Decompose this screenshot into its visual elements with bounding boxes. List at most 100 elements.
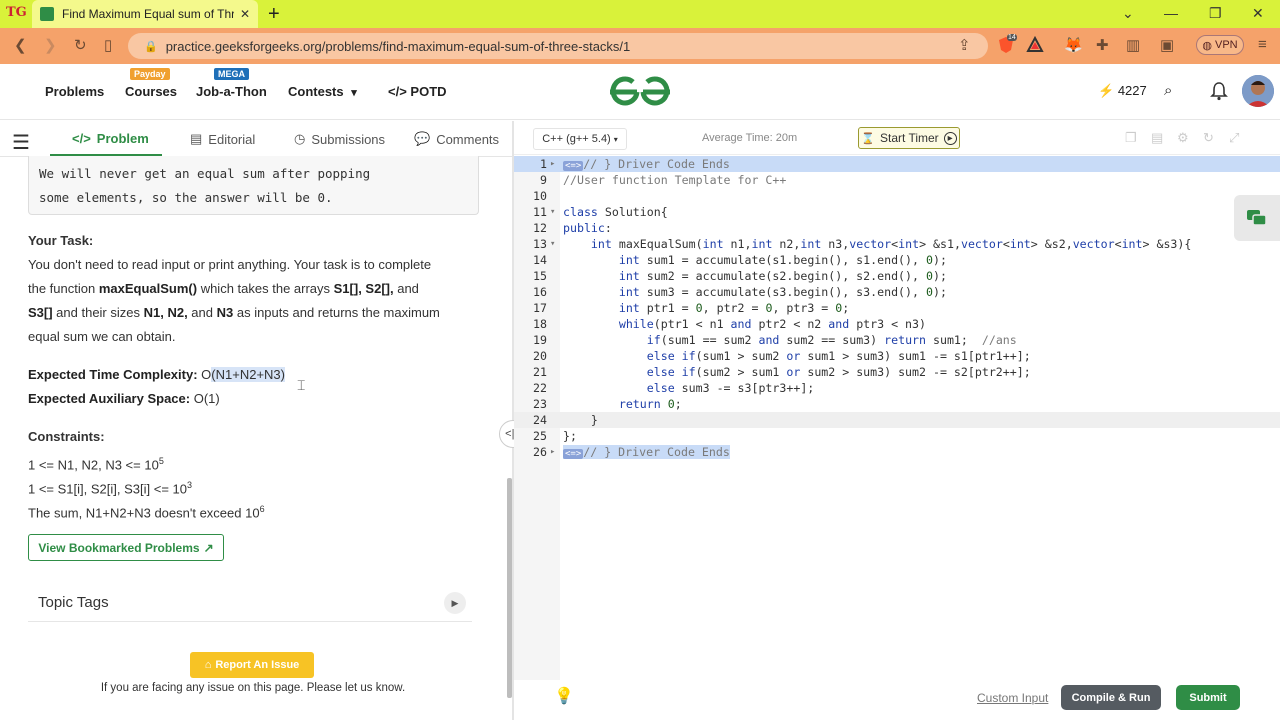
window-close-icon[interactable]: ✕ <box>1252 5 1264 22</box>
new-tab-button[interactable]: + <box>268 3 280 26</box>
tab-search-icon[interactable]: ⌄ <box>1122 5 1134 22</box>
nav-contests[interactable]: Contests ▾ <box>288 84 357 99</box>
chevron-down-icon: ▾ <box>613 134 618 144</box>
expand-arrow-icon[interactable]: ▶ <box>444 592 466 614</box>
reset-icon[interactable]: ↻ <box>1203 130 1214 146</box>
reload-icon[interactable]: ↻ <box>74 36 87 54</box>
wallet-icon[interactable]: ▣ <box>1160 36 1174 54</box>
code-editor[interactable]: 1 ▸ <=>// } Driver Code Ends 9//User functi… <box>514 156 1280 460</box>
code-line[interactable]: 18 while(ptr1 < n1 and ptr2 < n2 and ptr… <box>514 316 1280 332</box>
line-number: 25 <box>533 429 547 443</box>
code-line[interactable]: 22 else sum3 -= s3[ptr3++]; <box>514 380 1280 396</box>
menu-icon[interactable]: ≡ <box>1258 36 1267 53</box>
lock-icon: 🔒 <box>144 40 158 53</box>
brave-shield-icon[interactable]: 14 <box>996 34 1017 55</box>
code-line[interactable]: 15 int sum2 = accumulate(s2.begin(), s2.… <box>514 268 1280 284</box>
code-line[interactable]: 19 if(sum1 == sum2 and sum2 == sum3) ret… <box>514 332 1280 348</box>
sidebar-icon[interactable]: ▥ <box>1126 36 1140 54</box>
report-issue-button[interactable]: ⌂ Report An Issue <box>190 652 314 678</box>
avatar[interactable] <box>1242 75 1274 107</box>
tab-editorial-label: Editorial <box>208 131 256 147</box>
fold-arrow-icon[interactable]: ▾ <box>550 236 555 252</box>
custom-input-link[interactable]: Custom Input <box>977 691 1048 705</box>
code-line[interactable]: 13 ▾ int maxEqualSum(int n1,int n2,int n3… <box>514 236 1280 252</box>
search-icon[interactable]: ⌕ <box>1164 82 1172 99</box>
etc-value: (N1+N2+N3) <box>211 367 285 382</box>
nav-potd[interactable]: </> POTD <box>388 84 447 99</box>
hamburger-menu-icon[interactable]: ☰ <box>12 130 30 155</box>
code-text: else if(sum2 > sum1 or sum2 > sum3) sum2… <box>646 365 1031 379</box>
folded-region-icon: <=> <box>563 161 584 171</box>
minimize-icon[interactable]: — <box>1164 5 1178 21</box>
code-text: else if(sum1 > sum2 or sum1 > sum3) sum1… <box>646 349 1031 363</box>
tab-submissions[interactable]: ◷ Submissions <box>294 131 385 147</box>
code-line[interactable]: 11 ▾ class Solution{ <box>514 204 1280 220</box>
vpn-button[interactable]: ◍ VPN <box>1196 35 1244 55</box>
metamask-icon[interactable]: 🦊 <box>1064 36 1083 54</box>
copy-icon[interactable]: ❐ <box>1125 130 1137 146</box>
nav-courses[interactable]: Courses <box>125 84 177 99</box>
tab-comments[interactable]: 💬 Comments <box>414 131 499 147</box>
chat-icon[interactable] <box>1234 195 1280 241</box>
geeksforgeeks-logo[interactable] <box>606 74 674 108</box>
extensions-icon[interactable]: ✚ <box>1096 36 1109 54</box>
code-text: //User function Template for C++ <box>563 173 787 187</box>
hourglass-icon: ⌛ <box>861 132 875 145</box>
bell-icon[interactable] <box>1210 81 1228 106</box>
code-text: int maxEqualSum(int n1,int n2,int n3,vec… <box>590 237 1192 251</box>
tab-problem[interactable]: </> Problem <box>72 131 149 146</box>
code-line[interactable]: 10 <box>514 188 1280 204</box>
tab-editorial[interactable]: ▤ Editorial <box>190 131 255 147</box>
editor-footer <box>514 680 1280 720</box>
code-line[interactable]: 14 int sum1 = accumulate(s1.begin(), s1.… <box>514 252 1280 268</box>
jobathon-badge: MEGA <box>214 68 249 80</box>
fold-arrow-icon[interactable]: ▸ <box>550 156 555 172</box>
close-tab-icon[interactable]: ✕ <box>240 7 250 21</box>
nav-jobathon[interactable]: Job-a-Thon <box>196 84 267 99</box>
file-icon[interactable]: ▤ <box>1151 130 1163 146</box>
streak-counter[interactable]: ⚡ 4227 <box>1098 83 1147 99</box>
code-line[interactable]: 26 ▸ <=>// } Driver Code Ends <box>514 444 1280 460</box>
geeksforgeeks-favicon-icon <box>40 7 54 21</box>
code-line[interactable]: 9 //User function Template for C++ <box>514 172 1280 188</box>
lightbulb-icon[interactable]: 💡 <box>554 686 574 706</box>
restore-icon[interactable]: ❐ <box>1209 5 1222 22</box>
bookmark-label: View Bookmarked Problems <box>38 540 200 555</box>
language-select[interactable]: C++ (g++ 5.4) ▾ <box>533 128 627 150</box>
code-line[interactable]: 20 else if(sum1 > sum2 or sum1 > sum3) s… <box>514 348 1280 364</box>
code-line[interactable]: 1 ▸ <=>// } Driver Code Ends <box>514 156 1280 172</box>
fold-arrow-icon[interactable]: ▸ <box>550 444 555 460</box>
line-number: 13 <box>533 237 547 251</box>
submit-button[interactable]: Submit <box>1176 685 1240 710</box>
example-line: some elements, so the answer will be 0. <box>39 190 333 205</box>
settings-icon[interactable]: ⚙ <box>1177 130 1189 146</box>
line-number: 15 <box>533 269 547 283</box>
view-bookmarked-problems-button[interactable]: View Bookmarked Problems ↗ <box>28 534 224 561</box>
code-icon: </> <box>72 131 91 146</box>
line-number: 22 <box>533 381 547 395</box>
line-number: 18 <box>533 317 547 331</box>
line-number: 26 <box>533 445 547 459</box>
code-line[interactable]: 21 else if(sum2 > sum1 or sum2 > sum3) s… <box>514 364 1280 380</box>
code-line[interactable]: 12 public: <box>514 220 1280 236</box>
code-line[interactable]: 24 } <box>514 412 1280 428</box>
start-timer-label: Start Timer <box>880 131 939 145</box>
code-line[interactable]: 23 return 0; <box>514 396 1280 412</box>
fullscreen-icon[interactable]: ⤢ <box>1229 130 1239 146</box>
forward-icon[interactable]: ❯ <box>44 36 57 54</box>
compile-run-button[interactable]: Compile & Run <box>1061 685 1161 710</box>
share-icon[interactable]: ⇪ <box>958 36 971 54</box>
etc-label: Expected Time Complexity: <box>28 367 198 382</box>
start-timer-button[interactable]: ⌛ Start Timer ▸ <box>858 127 960 149</box>
code-line[interactable]: 16 int sum3 = accumulate(s3.begin(), s3.… <box>514 284 1280 300</box>
brave-rewards-icon[interactable] <box>1026 35 1044 59</box>
bookmark-icon[interactable]: ▯ <box>104 36 112 54</box>
topic-tags-section[interactable]: Topic Tags ▶ <box>28 582 472 622</box>
code-line[interactable]: 17 int ptr1 = 0, ptr2 = 0, ptr3 = 0; <box>514 300 1280 316</box>
browser-tab[interactable]: Find Maximum Equal sum of Thre ✕ <box>32 0 258 28</box>
fold-arrow-icon[interactable]: ▾ <box>550 204 555 220</box>
url-bar[interactable]: 🔒 practice.geeksforgeeks.org/problems/fi… <box>128 33 988 59</box>
back-icon[interactable]: ❮ <box>14 36 27 54</box>
code-line[interactable]: 25}; <box>514 428 1280 444</box>
nav-problems[interactable]: Problems <box>45 84 104 99</box>
